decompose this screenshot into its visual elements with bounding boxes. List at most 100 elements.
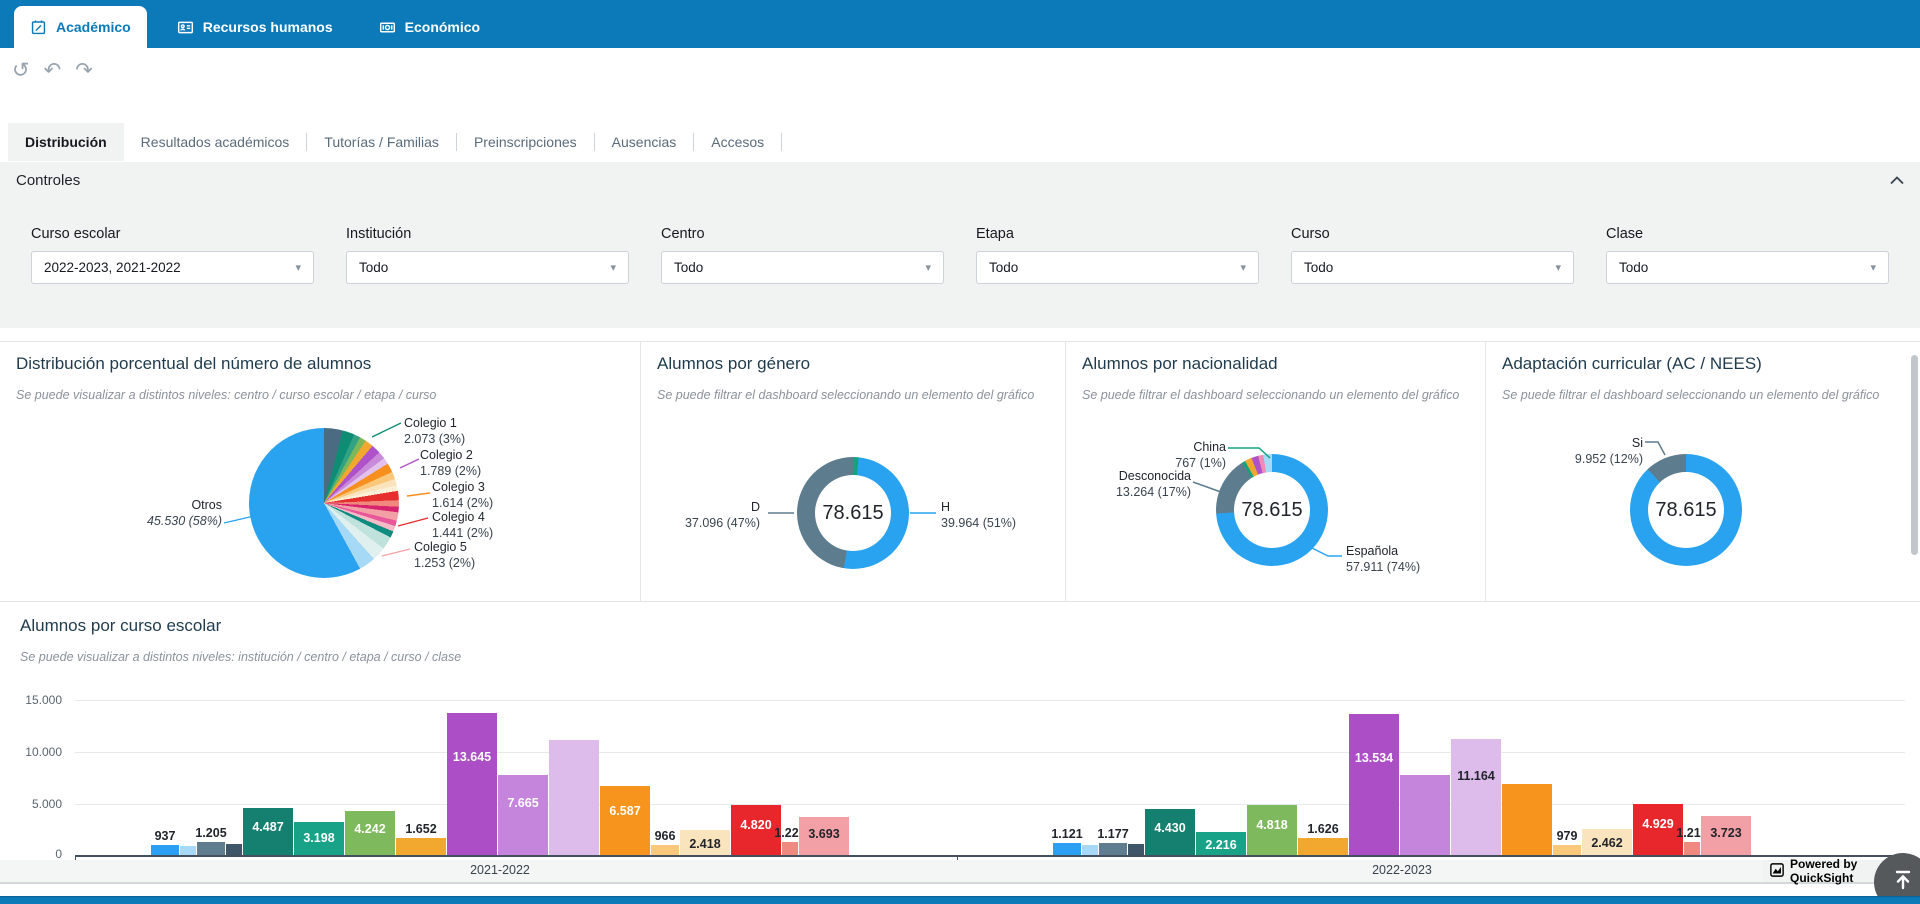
chevron-up-icon[interactable] — [1890, 176, 1904, 185]
bar-2022-2023-4[interactable]: 4.430 — [1145, 809, 1195, 855]
bar-2022-2023-9[interactable] — [1400, 775, 1450, 855]
filter-2: Centro Todo▾ — [661, 226, 944, 284]
bar-2022-2023-12[interactable]: 979 — [1553, 845, 1581, 855]
bar-2022-2023-5[interactable]: 2.216 — [1196, 832, 1246, 855]
sheet-tab-resultados-academicos[interactable]: Resultados académicos — [124, 123, 307, 161]
bar-2022-2023-16[interactable]: 3.723 — [1701, 816, 1751, 855]
visual-title: Alumnos por curso escolar — [20, 616, 221, 636]
filter-dropdown[interactable]: Todo▾ — [661, 251, 944, 284]
bar-value-label: 13.645 — [453, 750, 491, 764]
banknote-icon — [379, 19, 396, 36]
donut-callout-china: China767 (1%) — [1136, 440, 1226, 471]
bar-2022-2023-10[interactable]: 11.164 — [1451, 739, 1501, 855]
bar-2021-2022-15[interactable]: 1.229 — [782, 842, 798, 855]
filter-dropdown[interactable]: Todo ▾ — [346, 251, 629, 284]
bar-2022-2023-15[interactable]: 1.213 — [1684, 842, 1700, 855]
bar-2021-2022-6[interactable]: 4.242 — [345, 811, 395, 855]
bar-2021-2022-3[interactable] — [226, 844, 242, 855]
filter-value: Todo — [1304, 260, 1333, 275]
sheet-tab-tutorias-familias[interactable]: Tutorías / Familias — [307, 123, 456, 161]
bar-value-label: 2.462 — [1591, 836, 1622, 850]
bar-value-label: 4.430 — [1154, 821, 1185, 835]
filter-0: Curso escolar2022-2023, 2021-2022▾ — [31, 226, 314, 284]
bar-2022-2023-1[interactable] — [1082, 845, 1098, 855]
bar-2022-2023-0[interactable]: 1.121 — [1053, 843, 1081, 855]
filter-5: ClaseTodo▾ — [1606, 226, 1889, 284]
filter-dropdown[interactable]: Todo ▾ — [1291, 251, 1574, 284]
vertical-scrollbar-thumb[interactable] — [1911, 355, 1918, 555]
bar-2021-2022-16[interactable]: 3.693 — [799, 817, 849, 855]
undo-icon[interactable]: ↶ — [44, 60, 62, 81]
bar-2022-2023-11[interactable] — [1502, 784, 1552, 855]
gridline — [75, 700, 1905, 701]
y-tick-label: 0 — [14, 847, 62, 861]
bar-2022-2023-6[interactable]: 4.818 — [1247, 805, 1297, 855]
reset-icon[interactable]: ↺ — [12, 60, 30, 81]
filter-1: InstituciónTodo▾ — [346, 226, 629, 284]
tab-separator — [781, 133, 782, 151]
sheet-tab-preinscripciones[interactable]: Preinscripciones — [457, 123, 594, 161]
filter-dropdown[interactable]: Todo▾ — [1606, 251, 1889, 284]
bar-2022-2023-8[interactable]: 13.534 — [1349, 714, 1399, 855]
filter-label: Centro — [661, 226, 944, 242]
visual-title: Distribución porcentual del número de al… — [16, 354, 371, 374]
redo-icon[interactable]: ↷ — [75, 60, 93, 81]
tab-label: Académico — [56, 19, 131, 35]
bar-2022-2023-2[interactable]: 1.177 — [1099, 843, 1127, 855]
bar-2021-2022-11[interactable]: 6.587 — [600, 786, 650, 855]
bar-group-0: 9371.2054.4873.1984.2421.65213.6457.6656… — [150, 713, 850, 855]
bar-2021-2022-10[interactable] — [549, 740, 599, 855]
bar-value-label: 7.665 — [507, 796, 538, 810]
sheet-tab-ausencias[interactable]: Ausencias — [595, 123, 694, 161]
bar-2021-2022-8[interactable]: 13.645 — [447, 713, 497, 855]
bar-2021-2022-4[interactable]: 4.487 — [243, 808, 293, 855]
visual-title: Alumnos por género — [657, 354, 810, 374]
visual-distribucion-porcentual: Distribución porcentual del número de al… — [0, 342, 640, 601]
bar-2021-2022-0[interactable]: 937 — [151, 845, 179, 855]
tab-academico[interactable]: Académico — [14, 6, 147, 48]
filter-value: 2022-2023, 2021-2022 — [44, 260, 181, 275]
bar-2021-2022-1[interactable] — [180, 846, 196, 855]
chevron-down-icon: ▾ — [1555, 261, 1561, 274]
bar-value-label: 1.205 — [195, 826, 226, 840]
bar-2021-2022-5[interactable]: 3.198 — [294, 822, 344, 855]
bar-value-label: 1.652 — [405, 822, 436, 836]
bar-2021-2022-13[interactable]: 2.418 — [680, 830, 730, 855]
dashboard: Académico Recursos humanos Económico ↺ ↶… — [0, 0, 1920, 904]
bar-2021-2022-9[interactable]: 7.665 — [498, 775, 548, 855]
history-toolbar: ↺ ↶ ↷ — [12, 60, 93, 81]
tab-label: Recursos humanos — [203, 19, 333, 35]
bar-value-label: 3.198 — [303, 831, 334, 845]
bar-2022-2023-7[interactable]: 1.626 — [1298, 838, 1348, 855]
filter-dropdown[interactable]: Todo▾ — [976, 251, 1259, 284]
filter-dropdown[interactable]: 2022-2023, 2021-2022▾ — [31, 251, 314, 284]
visual-subtitle: Se puede filtrar el dashboard selecciona… — [1502, 386, 1902, 405]
bar-2021-2022-7[interactable]: 1.652 — [396, 838, 446, 855]
arrow-up-to-line-icon — [1891, 868, 1915, 897]
bar-value-label: 1.177 — [1097, 827, 1128, 841]
bar-2022-2023-3[interactable] — [1128, 844, 1144, 855]
filter-value: Todo — [674, 260, 703, 275]
donut-callout-h: H39.964 (51%) — [941, 500, 1016, 531]
bar-value-label: 13.534 — [1355, 751, 1393, 765]
donut-callout-espanola: Española57.911 (74%) — [1346, 544, 1420, 575]
pie-callout-colegio5: Colegio 51.253 (2%) — [414, 540, 475, 571]
filters-row: Curso escolar2022-2023, 2021-2022▾Instit… — [0, 226, 1920, 284]
bar-value-label: 4.929 — [1642, 817, 1673, 831]
filter-value: Todo — [359, 260, 388, 275]
filter-value: Todo — [989, 260, 1018, 275]
sheet-tab-accesos[interactable]: Accesos — [694, 123, 781, 161]
y-tick-label: 15.000 — [14, 693, 62, 707]
bar-2021-2022-12[interactable]: 966 — [651, 845, 679, 855]
tab-recursos-humanos[interactable]: Recursos humanos — [161, 6, 349, 48]
sheet-tab-distribucion[interactable]: Distribución — [8, 123, 124, 161]
bar-value-label: 3.723 — [1710, 826, 1741, 840]
visual-alumnos-por-genero: Alumnos por género Se puede filtrar el d… — [640, 342, 1065, 601]
tab-economico[interactable]: Económico — [363, 6, 496, 48]
visual-subtitle: Se puede visualizar a distintos niveles:… — [16, 386, 622, 405]
bar-value-label: 1.626 — [1307, 822, 1338, 836]
bar-2021-2022-2[interactable]: 1.205 — [197, 842, 225, 855]
chevron-down-icon: ▾ — [610, 261, 616, 274]
pie-chart-alumnos[interactable] — [249, 428, 399, 578]
bar-2022-2023-13[interactable]: 2.462 — [1582, 829, 1632, 855]
